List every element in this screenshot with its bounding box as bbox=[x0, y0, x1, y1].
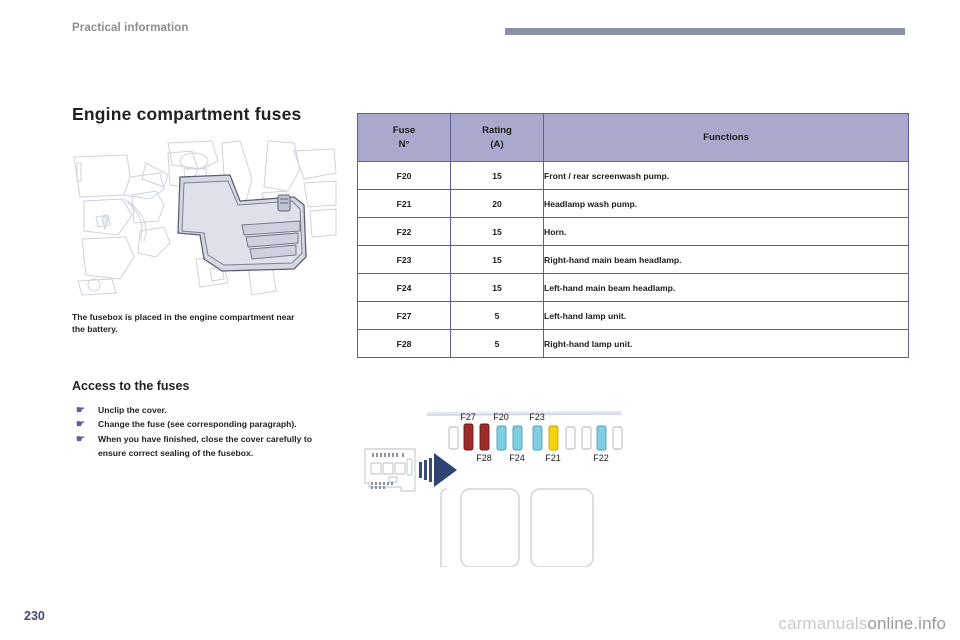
list-item-label: When you have finished, close the cover … bbox=[98, 433, 312, 458]
watermark: carmanualsonline.info bbox=[779, 614, 946, 634]
cell-functions: Horn. bbox=[543, 217, 909, 246]
header-rule bbox=[505, 28, 905, 35]
column-header-fuse-line2: N° bbox=[398, 138, 410, 150]
cell-fuse: F27 bbox=[357, 301, 451, 330]
cell-fuse: F24 bbox=[357, 273, 451, 302]
fusebox-location-caption: The fusebox is placed in the engine comp… bbox=[72, 312, 295, 335]
cell-functions: Left-hand main beam headlamp. bbox=[543, 273, 909, 302]
fuse-table-container: Fuse N° Rating (A) Functions F20 15 Fron… bbox=[357, 113, 909, 358]
cell-functions: Front / rear screenwash pump. bbox=[543, 161, 909, 190]
diagram-label-f20: F20 bbox=[493, 412, 509, 422]
pointer-icon: ☛ bbox=[76, 404, 85, 416]
column-header-functions: Functions bbox=[543, 113, 909, 162]
diagram-label-f23: F23 bbox=[529, 412, 545, 422]
diagram-label-f22: F22 bbox=[593, 453, 609, 463]
engine-compartment-illustration bbox=[72, 139, 338, 299]
watermark-light: carmanuals bbox=[778, 614, 868, 633]
cell-rating: 15 bbox=[450, 245, 544, 274]
list-item-label: Change the fuse (see corresponding parag… bbox=[98, 419, 297, 430]
column-header-rating-line2: (A) bbox=[490, 138, 504, 150]
column-header-fuse-line1: Fuse bbox=[392, 125, 416, 137]
watermark-dark: online.info bbox=[867, 614, 946, 633]
cell-functions: Left-hand lamp unit. bbox=[543, 301, 909, 330]
cell-fuse: F22 bbox=[357, 217, 451, 246]
fusebox-layout-diagram: F27 F20 F23 F28 F24 F21 F22 bbox=[357, 401, 623, 567]
table-row: F24 15 Left-hand main beam headlamp. bbox=[357, 273, 909, 302]
list-item: ☛ When you have finished, close the cove… bbox=[72, 433, 338, 460]
table-row: F21 20 Headlamp wash pump. bbox=[357, 189, 909, 218]
list-item-label: Unclip the cover. bbox=[98, 404, 167, 415]
diagram-label-f28: F28 bbox=[476, 453, 492, 463]
cell-rating: 5 bbox=[450, 301, 544, 330]
access-section-title: Access to the fuses bbox=[72, 379, 190, 394]
table-row: F28 5 Right-hand lamp unit. bbox=[357, 329, 909, 358]
cell-rating: 5 bbox=[450, 329, 544, 358]
cell-fuse: F28 bbox=[357, 329, 451, 358]
cell-functions: Right-hand lamp unit. bbox=[543, 329, 909, 358]
pointer-icon: ☛ bbox=[76, 433, 85, 445]
chapter-title: Practical information bbox=[72, 22, 189, 34]
cell-functions: Headlamp wash pump. bbox=[543, 189, 909, 218]
pointer-icon: ☛ bbox=[76, 419, 85, 431]
diagram-label-f27: F27 bbox=[460, 412, 476, 422]
fuse-table: Fuse N° Rating (A) Functions F20 15 Fron… bbox=[357, 113, 909, 358]
cell-rating: 20 bbox=[450, 189, 544, 218]
page-number: 230 bbox=[24, 609, 45, 623]
table-row: F27 5 Left-hand lamp unit. bbox=[357, 301, 909, 330]
access-steps-list: ☛ Unclip the cover. ☛ Change the fuse (s… bbox=[72, 404, 338, 460]
page-header: Practical information bbox=[0, 0, 960, 48]
list-item: ☛ Change the fuse (see corresponding par… bbox=[72, 418, 338, 432]
cell-fuse: F23 bbox=[357, 245, 451, 274]
diagram-label-f24: F24 bbox=[509, 453, 525, 463]
cell-functions: Right-hand main beam headlamp. bbox=[543, 245, 909, 274]
table-header-row: Fuse N° Rating (A) Functions bbox=[357, 113, 909, 162]
left-column: Engine compartment fuses The fusebox is … bbox=[72, 104, 338, 461]
table-row: F22 15 Horn. bbox=[357, 217, 909, 246]
column-header-rating: Rating (A) bbox=[450, 113, 544, 162]
column-header-fuse: Fuse N° bbox=[357, 113, 451, 162]
page-title: Engine compartment fuses bbox=[72, 104, 302, 124]
cell-fuse: F21 bbox=[357, 189, 451, 218]
table-row: F23 15 Right-hand main beam headlamp. bbox=[357, 245, 909, 274]
list-item: ☛ Unclip the cover. bbox=[72, 404, 338, 418]
diagram-label-f21: F21 bbox=[545, 453, 561, 463]
cell-rating: 15 bbox=[450, 217, 544, 246]
cell-fuse: F20 bbox=[357, 161, 451, 190]
cell-rating: 15 bbox=[450, 273, 544, 302]
table-row: F20 15 Front / rear screenwash pump. bbox=[357, 161, 909, 190]
column-header-rating-line1: Rating bbox=[482, 125, 512, 137]
cell-rating: 15 bbox=[450, 161, 544, 190]
